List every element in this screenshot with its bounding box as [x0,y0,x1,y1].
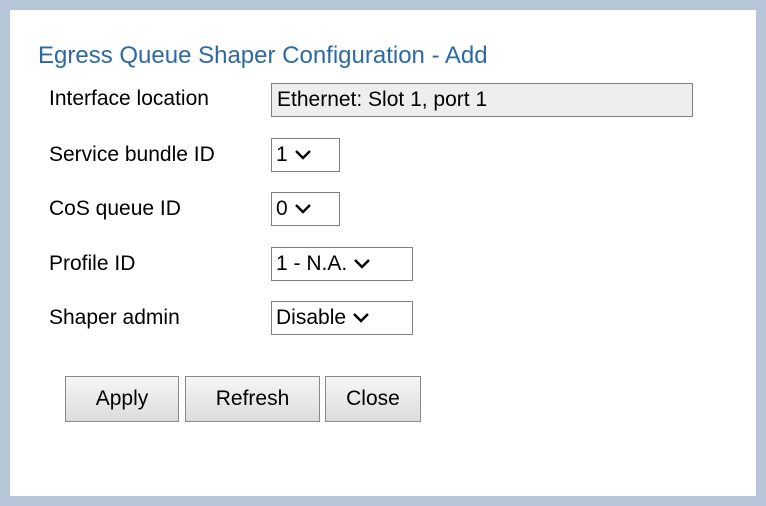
profile-id-value: 1 - N.A. [276,252,348,275]
shaper-admin-label: Shaper admin [49,306,180,329]
chevron-down-icon [354,259,371,269]
service-bundle-id-label: Service bundle ID [49,143,215,166]
shaper-admin-value: Disable [276,306,347,329]
refresh-button[interactable]: Refresh [185,376,320,422]
service-bundle-id-select[interactable]: 1 [271,138,340,172]
chevron-down-icon [353,313,369,323]
service-bundle-id-value: 1 [276,143,288,166]
close-button[interactable]: Close [325,376,421,422]
interface-location-field: Ethernet: Slot 1, port 1 [271,83,693,117]
profile-id-select[interactable]: 1 - N.A. [271,247,413,281]
interface-location-label: Interface location [49,87,209,110]
chevron-down-icon [294,204,311,214]
chevron-down-icon [294,150,311,160]
dialog-title: Egress Queue Shaper Configuration - Add [38,42,488,69]
shaper-admin-select[interactable]: Disable [271,301,413,335]
apply-button[interactable]: Apply [65,376,179,422]
cos-queue-id-value: 0 [276,197,288,220]
cos-queue-id-label: CoS queue ID [49,197,181,220]
cos-queue-id-select[interactable]: 0 [271,192,340,226]
profile-id-label: Profile ID [49,252,136,275]
